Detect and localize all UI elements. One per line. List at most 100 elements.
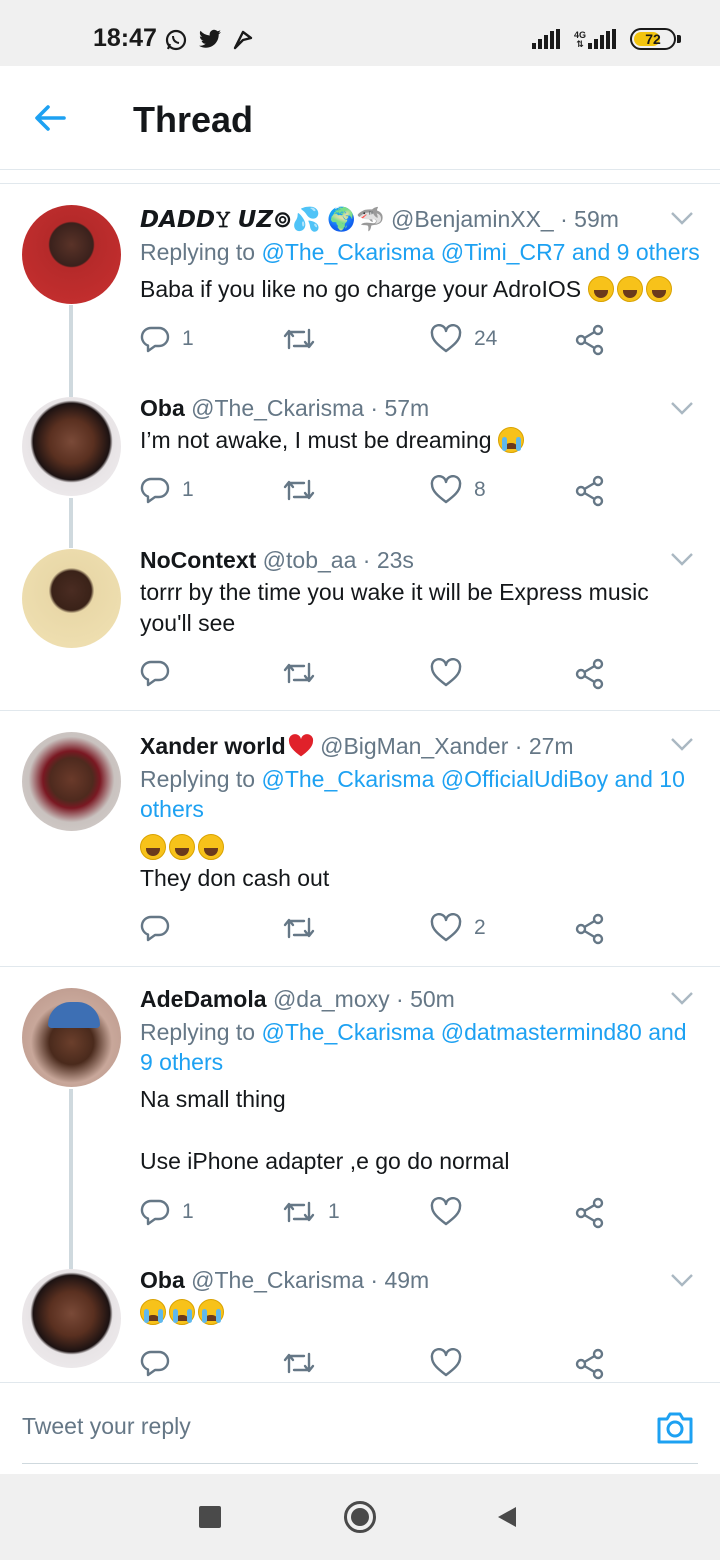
reply-button[interactable]: 1: [140, 475, 194, 505]
data-arrows-icon: ⇅: [576, 39, 584, 49]
emoji-group: [140, 1299, 227, 1325]
retweet-button[interactable]: [282, 658, 328, 688]
retweet-button[interactable]: [282, 475, 328, 505]
share-button[interactable]: [574, 913, 606, 945]
back-arrow-icon[interactable]: [30, 98, 70, 138]
display-name[interactable]: AdeDamola: [140, 986, 267, 1012]
chevron-down-icon[interactable]: [670, 211, 694, 225]
avatar[interactable]: [22, 397, 121, 496]
retweet-button[interactable]: [282, 1348, 328, 1378]
avatar[interactable]: [22, 1269, 121, 1368]
handle[interactable]: @tob_aa: [263, 547, 357, 573]
tweet-text-content: I’m not awake, I must be dreaming: [140, 427, 492, 453]
retweet-icon: [283, 662, 315, 684]
reply-button[interactable]: 1: [140, 324, 194, 354]
like-button[interactable]: 8: [430, 475, 486, 505]
chevron-down-icon[interactable]: [670, 991, 694, 1005]
tweet-item[interactable]: 𝘿𝘼𝘿𝘿𝚈 𝙐𝙕⊚💦 🌍🦈 @BenjaminXX_ · 59m Replyin…: [0, 185, 720, 385]
tweet-text: Na small thing Use iPhone adapter ,e go …: [140, 1086, 510, 1174]
back-nav-button[interactable]: [496, 1505, 518, 1529]
tweet-item[interactable]: Oba @The_Ckarisma · 49m: [0, 1257, 720, 1382]
retweet-icon: [283, 917, 315, 939]
like-button[interactable]: [430, 1348, 474, 1378]
like-button[interactable]: 2: [430, 913, 486, 943]
share-button[interactable]: [574, 658, 606, 690]
chevron-down-icon[interactable]: [670, 737, 694, 751]
heart-icon: [430, 475, 462, 504]
heart-icon: [430, 324, 462, 353]
display-name[interactable]: 𝘿𝘼𝘿𝘿𝚈 𝙐𝙕⊚💦 🌍🦈: [140, 206, 385, 232]
reply-input[interactable]: Tweet your reply: [22, 1413, 191, 1440]
retweet-icon: [283, 328, 315, 350]
chevron-down-icon[interactable]: [670, 401, 694, 415]
share-button[interactable]: [574, 1348, 606, 1380]
timestamp: · 23s: [362, 547, 414, 573]
reply-icon: [140, 915, 170, 942]
display-name[interactable]: NoContext: [140, 547, 256, 573]
laughing-emoji-icon: [645, 276, 672, 302]
share-button[interactable]: [574, 1197, 606, 1229]
replying-label: Replying to: [140, 239, 262, 265]
timestamp: · 27m: [514, 733, 574, 759]
like-count: 2: [474, 916, 486, 939]
like-button[interactable]: [430, 1197, 474, 1227]
avatar[interactable]: [22, 549, 121, 648]
thread-line: [69, 385, 73, 397]
retweet-icon: [283, 479, 315, 501]
handle[interactable]: @da_moxy: [273, 986, 390, 1012]
home-button[interactable]: [343, 1500, 377, 1534]
reply-icon: [140, 660, 170, 687]
like-button[interactable]: [430, 658, 474, 688]
emoji-group: [587, 276, 675, 302]
signal-icon-2: [588, 29, 616, 49]
recents-button[interactable]: [199, 1506, 221, 1528]
retweet-icon: [283, 1352, 315, 1374]
retweet-button[interactable]: [282, 913, 328, 943]
avatar[interactable]: [22, 205, 121, 304]
system-nav-bar: [0, 1474, 720, 1560]
avatar[interactable]: [22, 988, 121, 1087]
tweet-item[interactable]: Oba @The_Ckarisma · 57m I’m not awake, I…: [0, 385, 720, 548]
replying-mentions[interactable]: @The_Ckarisma @Timi_CR7 and 9 others: [261, 239, 699, 265]
crying-emoji-icon: [140, 1299, 166, 1325]
display-name[interactable]: Oba: [140, 395, 185, 421]
handle[interactable]: @BenjaminXX_: [391, 206, 554, 232]
reply-button[interactable]: [140, 1348, 182, 1378]
tweet-item[interactable]: NoContext @tob_aa · 23s torrr by the tim…: [0, 535, 720, 710]
share-button[interactable]: [574, 475, 606, 507]
display-name[interactable]: Xander world: [140, 733, 286, 759]
replying-to: Replying to @The_Ckarisma @datmastermind…: [140, 1017, 700, 1077]
tweet-text-content: Baba if you like no go charge your AdroI…: [140, 276, 582, 302]
share-icon: [575, 475, 604, 507]
handle[interactable]: @BigMan_Xander: [320, 733, 508, 759]
heart-icon: [430, 913, 462, 942]
chevron-down-icon[interactable]: [670, 1273, 694, 1287]
handle[interactable]: @The_Ckarisma: [191, 395, 364, 421]
like-button[interactable]: 24: [430, 324, 497, 354]
notification-icons: [164, 28, 254, 52]
chevron-down-icon[interactable]: [670, 552, 694, 566]
retweet-button[interactable]: [282, 324, 328, 354]
retweet-button[interactable]: 1: [282, 1197, 340, 1227]
timestamp: · 50m: [396, 986, 455, 1012]
handle[interactable]: @The_Ckarisma: [191, 1267, 364, 1293]
battery-icon: 72: [630, 28, 681, 50]
crying-emoji-icon: [169, 1299, 195, 1325]
heart-icon: [430, 1348, 462, 1377]
camera-icon[interactable]: [656, 1409, 694, 1447]
display-name[interactable]: Oba: [140, 1267, 185, 1293]
red-heart-icon: [288, 734, 313, 757]
tweet-item[interactable]: AdeDamola @da_moxy · 50m Replying to @Th…: [0, 967, 720, 1257]
reply-button[interactable]: [140, 913, 182, 943]
reply-button[interactable]: 1: [140, 1197, 194, 1227]
tweet-text: [140, 1297, 700, 1328]
share-button[interactable]: [574, 324, 606, 356]
tweet-item[interactable]: Xander world @BigMan_Xander · 27m Replyi…: [0, 711, 720, 966]
crying-emoji-icon: [198, 1299, 224, 1325]
timestamp: · 59m: [560, 206, 619, 232]
reply-icon: [140, 1350, 170, 1377]
avatar[interactable]: [22, 732, 121, 831]
laughing-emoji-icon: [198, 834, 224, 860]
retweet-icon: [283, 1201, 315, 1223]
reply-button[interactable]: [140, 658, 182, 688]
